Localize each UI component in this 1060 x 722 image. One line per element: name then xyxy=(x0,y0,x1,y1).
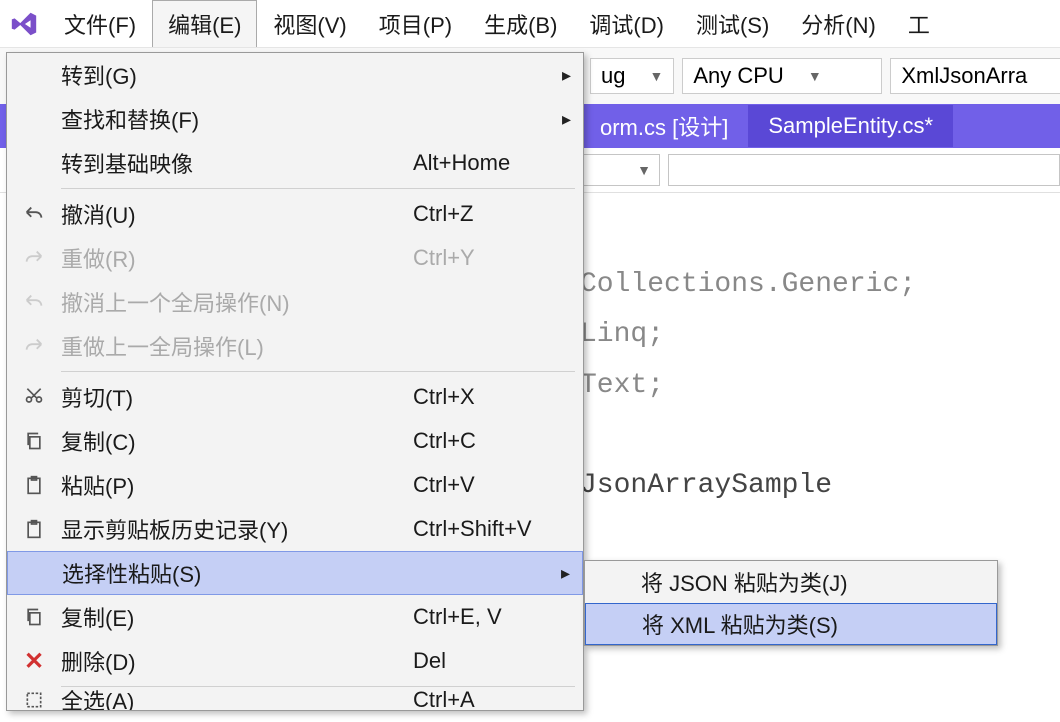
menu-redo-global[interactable]: 重做上一全局操作(L) xyxy=(7,324,583,368)
menu-goto[interactable]: 转到(G) ▸ xyxy=(7,53,583,97)
menu-analyze[interactable]: 分析(N) xyxy=(785,0,892,48)
menu-delete[interactable]: ✕ 删除(D) Del xyxy=(7,639,583,683)
menu-duplicate[interactable]: 复制(E) Ctrl+E, V xyxy=(7,595,583,639)
submenu-paste-json[interactable]: 将 JSON 粘贴为类(J) xyxy=(585,561,997,603)
code-editor[interactable]: Collections.Generic; Linq; Text; JsonArr… xyxy=(580,260,916,512)
menu-paste[interactable]: 粘贴(P) Ctrl+V xyxy=(7,463,583,507)
chevron-right-icon: ▸ xyxy=(561,563,570,584)
code-line: Linq; xyxy=(580,310,916,360)
chevron-right-icon: ▸ xyxy=(562,65,571,86)
menu-paste-special[interactable]: 选择性粘贴(S) ▸ xyxy=(7,551,583,595)
menu-build[interactable]: 生成(B) xyxy=(468,0,573,48)
submenu-paste-xml[interactable]: 将 XML 粘贴为类(S) xyxy=(585,603,997,645)
menu-view[interactable]: 视图(V) xyxy=(257,0,362,48)
code-line: Text; xyxy=(580,361,916,411)
tab-sampleentity[interactable]: SampleEntity.cs* xyxy=(748,105,953,147)
redo-icon xyxy=(7,247,61,269)
chevron-down-icon: ▼ xyxy=(649,68,663,84)
menu-find-replace[interactable]: 查找和替换(F) ▸ xyxy=(7,97,583,141)
menu-select-all[interactable]: 全选(A) Ctrl+A xyxy=(7,690,583,710)
paste-history-icon xyxy=(7,519,61,539)
code-line: Collections.Generic; xyxy=(580,260,916,310)
scope-dropdown[interactable]: ▼ xyxy=(580,154,660,186)
menu-copy[interactable]: 复制(C) Ctrl+C xyxy=(7,419,583,463)
menu-separator xyxy=(61,371,575,372)
chevron-down-icon: ▼ xyxy=(637,162,651,178)
menu-edit[interactable]: 编辑(E) xyxy=(152,0,257,47)
platform-dropdown[interactable]: Any CPU ▼ xyxy=(682,58,882,94)
startup-value: XmlJsonArra xyxy=(901,63,1027,89)
menu-goto-base[interactable]: 转到基础映像 Alt+Home xyxy=(7,141,583,185)
redo-global-icon xyxy=(7,335,61,357)
copy-icon xyxy=(7,607,61,627)
delete-icon: ✕ xyxy=(7,647,61,676)
paste-special-submenu: 将 JSON 粘贴为类(J) 将 XML 粘贴为类(S) xyxy=(584,560,998,646)
menu-test[interactable]: 测试(S) xyxy=(680,0,785,48)
menu-undo-global[interactable]: 撤消上一个全局操作(N) xyxy=(7,280,583,324)
chevron-right-icon: ▸ xyxy=(562,109,571,130)
startup-dropdown[interactable]: XmlJsonArra xyxy=(890,58,1060,94)
tab-form-design[interactable]: orm.cs [设计] xyxy=(580,102,748,150)
paste-icon xyxy=(7,475,61,495)
select-all-icon xyxy=(7,690,61,710)
menu-redo[interactable]: 重做(R) Ctrl+Y xyxy=(7,236,583,280)
member-dropdown[interactable] xyxy=(668,154,1060,186)
menu-separator xyxy=(61,188,575,189)
menu-cut[interactable]: 剪切(T) Ctrl+X xyxy=(7,375,583,419)
vs-logo-icon xyxy=(0,0,48,48)
copy-icon xyxy=(7,431,61,451)
edit-menu-dropdown: 转到(G) ▸ 查找和替换(F) ▸ 转到基础映像 Alt+Home 撤消(U)… xyxy=(6,52,584,711)
config-dropdown[interactable]: ug ▼ xyxy=(590,58,674,94)
cut-icon xyxy=(7,387,61,407)
menu-debug[interactable]: 调试(D) xyxy=(573,0,680,48)
undo-global-icon xyxy=(7,291,61,313)
menu-undo[interactable]: 撤消(U) Ctrl+Z xyxy=(7,192,583,236)
undo-icon xyxy=(7,203,61,225)
menu-file[interactable]: 文件(F) xyxy=(48,0,152,48)
platform-value: Any CPU xyxy=(693,63,783,89)
menu-separator xyxy=(61,686,575,687)
menubar: 文件(F) 编辑(E) 视图(V) 项目(P) 生成(B) 调试(D) 测试(S… xyxy=(0,0,1060,48)
chevron-down-icon: ▼ xyxy=(808,68,822,84)
menu-project[interactable]: 项目(P) xyxy=(363,0,468,48)
config-value: ug xyxy=(601,63,625,89)
code-line: JsonArraySample xyxy=(580,461,916,511)
menu-clipboard-history[interactable]: 显示剪贴板历史记录(Y) Ctrl+Shift+V xyxy=(7,507,583,551)
menu-tools[interactable]: 工 xyxy=(892,0,946,48)
